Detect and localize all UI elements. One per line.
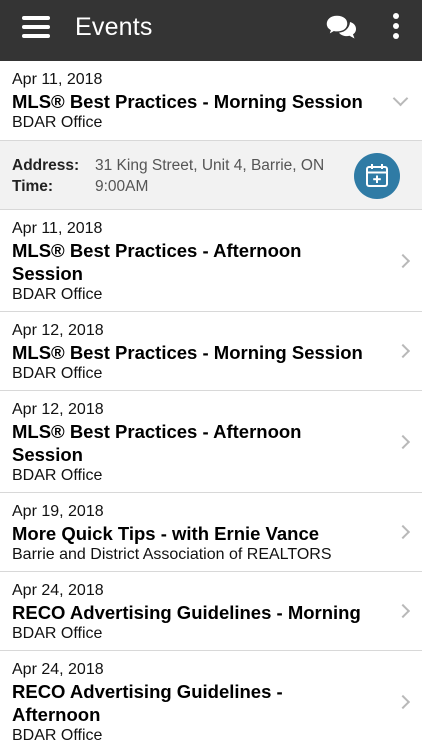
event-venue: BDAR Office	[12, 625, 103, 642]
events-list: Apr 11, 2018 MLS® Best Practices - Morni…	[0, 61, 422, 750]
more-vertical-icon[interactable]	[386, 12, 406, 42]
event-row[interactable]: Apr 11, 2018 MLS® Best Practices - Morni…	[0, 61, 422, 141]
event-title: MLS® Best Practices - Afternoon Session	[12, 421, 302, 465]
time-value: 9:00AM	[95, 178, 149, 195]
chevron-right-icon	[395, 253, 411, 268]
event-row[interactable]: Apr 24, 2018 RECO Advertising Guidelines…	[0, 572, 422, 651]
chevron-right-icon	[395, 603, 411, 619]
event-venue: BDAR Office	[12, 114, 103, 131]
event-date: Apr 12, 2018	[12, 322, 104, 339]
event-details: Address: 31 King Street, Unit 4, Barrie,…	[0, 141, 422, 210]
app-header: Events	[0, 0, 422, 61]
chevron-right-icon	[395, 524, 411, 540]
event-date: Apr 24, 2018	[12, 661, 104, 678]
chevron-right-icon	[395, 434, 411, 449]
menu-icon[interactable]	[22, 14, 50, 40]
event-date: Apr 12, 2018	[12, 401, 104, 418]
event-venue: BDAR Office	[12, 365, 103, 382]
event-date: Apr 11, 2018	[12, 220, 103, 237]
event-row[interactable]: Apr 11, 2018 MLS® Best Practices - After…	[0, 210, 422, 312]
event-title: More Quick Tips - with Ernie Vance	[12, 523, 320, 544]
event-title: RECO Advertising Guidelines - Morning	[12, 602, 361, 623]
time-label: Time:	[12, 178, 54, 195]
event-row[interactable]: Apr 19, 2018 More Quick Tips - with Erni…	[0, 493, 422, 572]
event-venue: Barrie and District Association of REALT…	[12, 546, 332, 563]
event-title: MLS® Best Practices - Afternoon Session	[12, 240, 302, 284]
event-title: MLS® Best Practices - Morning Session	[12, 342, 363, 363]
chat-icon[interactable]	[324, 12, 358, 44]
event-row[interactable]: Apr 12, 2018 MLS® Best Practices - After…	[0, 391, 422, 493]
chevron-right-icon	[395, 343, 411, 359]
event-title: MLS® Best Practices - Morning Session	[12, 91, 363, 112]
event-date: Apr 11, 2018	[12, 71, 103, 88]
event-venue: BDAR Office	[12, 286, 103, 303]
chevron-down-icon	[392, 90, 409, 107]
event-venue: BDAR Office	[12, 727, 103, 744]
event-venue: BDAR Office	[12, 467, 103, 484]
add-to-calendar-button[interactable]	[354, 153, 400, 199]
event-row[interactable]: Apr 24, 2018 RECO Advertising Guidelines…	[0, 651, 422, 750]
page-title: Events	[75, 13, 153, 41]
chevron-right-icon	[395, 694, 411, 710]
event-title: RECO Advertising Guidelines - Afternoon	[12, 681, 283, 725]
address-label: Address:	[12, 157, 80, 174]
event-date: Apr 19, 2018	[12, 503, 104, 520]
event-date: Apr 24, 2018	[12, 582, 104, 599]
address-value: 31 King Street, Unit 4, Barrie, ON	[95, 157, 325, 174]
add-to-calendar-icon	[366, 164, 388, 187]
event-row[interactable]: Apr 12, 2018 MLS® Best Practices - Morni…	[0, 312, 422, 391]
